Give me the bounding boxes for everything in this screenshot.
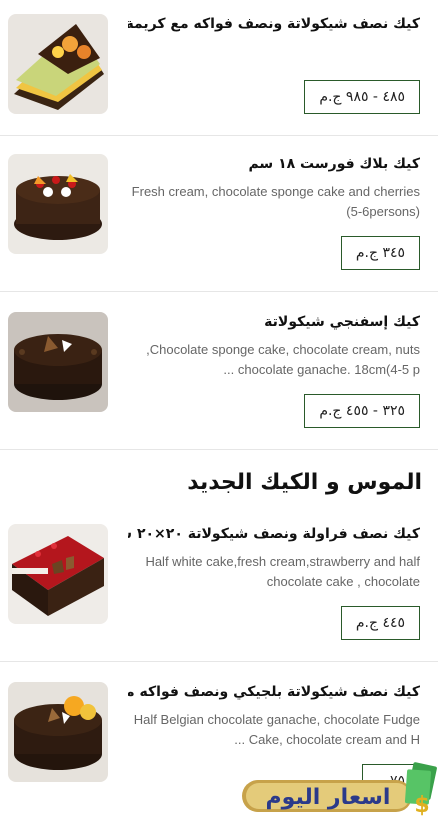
price-box[interactable]: ٣٢٥ - ٤٥٥ ج.م [304, 394, 420, 428]
item-description: Chocolate sponge cake, chocolate cream, … [128, 340, 420, 380]
item-title[interactable]: كيك إسفنجي شيكولاتة [128, 312, 420, 332]
description-line: Half white cake,fresh cream,strawberry a… [145, 554, 420, 569]
item-title[interactable]: كيك بلاك فورست ١٨ سم [128, 154, 420, 174]
item-description: Fresh cream, chocolate sponge cake and c… [128, 182, 420, 222]
price-box[interactable]: ٣٤٥ ج.م [340, 236, 420, 270]
item-title[interactable]: كيك نصف شيكولاتة ونصف فواكه مع كريمة [128, 14, 420, 34]
description-line: Cake, chocolate cream and H ... [234, 732, 420, 747]
menu-item[interactable]: كيك بلاك فورست ١٨ سم Fresh cream, chocol… [0, 136, 438, 292]
svg-text:$: $ [414, 793, 429, 816]
watermark-logo: اسعار اليوم $ [238, 762, 438, 818]
description-line: chocolate ganache. 18cm(4-5 p ... [223, 362, 420, 377]
item-title[interactable]: كيك نصف فراولة ونصف شيكولاتة ٢٠×٢٠ سم [128, 524, 420, 544]
cake-image [8, 524, 108, 624]
item-description: Half Belgian chocolate ganache, chocolat… [128, 710, 420, 750]
menu-item[interactable]: كيك نصف فراولة ونصف شيكولاتة ٢٠×٢٠ سم Ha… [0, 510, 438, 662]
cake-image [8, 14, 108, 114]
item-title[interactable]: كيك نصف شيكولاتة بلجيكي ونصف فواكه مع... [128, 682, 420, 702]
menu-item[interactable]: كيك نصف شيكولاتة ونصف فواكه مع كريمة ٤٨٥… [0, 0, 438, 136]
section-title: الموس و الكيك الجديد [187, 470, 422, 495]
menu-item[interactable]: كيك إسفنجي شيكولاتة Chocolate sponge cak… [0, 292, 438, 450]
watermark-text: اسعار اليوم [266, 785, 391, 810]
cake-image [8, 154, 108, 254]
cake-image [8, 682, 108, 782]
item-description: Half white cake,fresh cream,strawberry a… [128, 552, 420, 592]
description-line: Chocolate sponge cake, chocolate cream, … [146, 342, 420, 357]
money-icon: $ [404, 762, 437, 818]
description-line: (5-6persons) [346, 204, 420, 219]
description-line: Fresh cream, chocolate sponge cake and c… [131, 184, 420, 199]
cake-image [8, 312, 108, 412]
description-line: chocolate cake , chocolate [266, 574, 420, 589]
description-line: Half Belgian chocolate ganache, chocolat… [133, 712, 420, 727]
price-box[interactable]: ٤٨٥ - ٩٨٥ ج.م [304, 80, 420, 114]
price-box[interactable]: ٤٤٥ ج.م [340, 606, 420, 640]
